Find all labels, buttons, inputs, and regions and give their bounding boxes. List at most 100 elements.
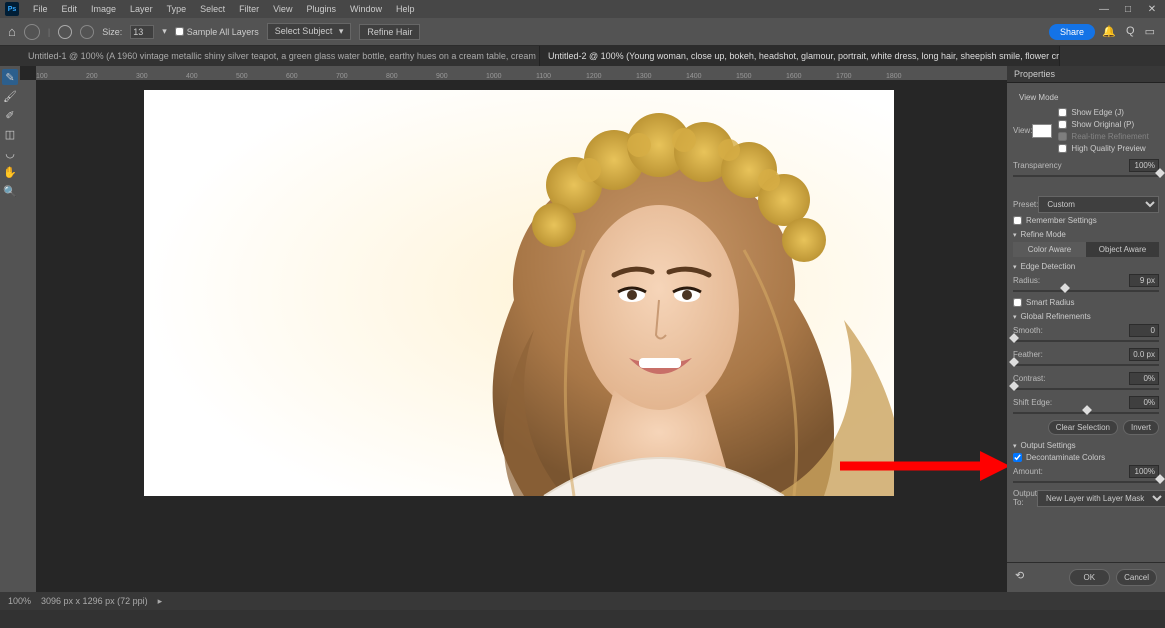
refine-edge-brush-tool[interactable]: 🖌 — [2, 88, 18, 104]
edge-detection-header[interactable]: ▾Edge Detection — [1013, 262, 1159, 271]
view-thumbnail[interactable] — [1032, 124, 1052, 138]
lasso-tool[interactable]: ◡ — [2, 145, 18, 161]
transparency-slider[interactable] — [1013, 175, 1159, 177]
feather-label: Feather: — [1013, 350, 1043, 359]
invert-button[interactable]: Invert — [1123, 420, 1159, 435]
view-mode-header: View Mode — [1019, 93, 1159, 102]
feather-slider[interactable] — [1013, 364, 1159, 366]
smooth-label: Smooth: — [1013, 326, 1043, 335]
ruler-vertical — [20, 80, 36, 592]
properties-panel: Properties View Mode View: Show Edge (J)… — [1007, 66, 1165, 592]
color-aware-button[interactable]: Color Aware — [1013, 242, 1086, 257]
document-canvas[interactable] — [144, 90, 894, 496]
refine-mode-header[interactable]: ▾Refine Mode — [1013, 230, 1159, 239]
show-edge-checkbox[interactable]: Show Edge (J) — [1058, 108, 1159, 117]
contrast-label: Contrast: — [1013, 374, 1045, 383]
refine-hair-button[interactable]: Refine Hair — [359, 24, 420, 40]
amount-label: Amount: — [1013, 467, 1043, 476]
add-brush-icon[interactable] — [58, 25, 72, 39]
menu-bar: Ps File Edit Image Layer Type Select Fil… — [0, 0, 1165, 18]
preset-select[interactable]: Custom — [1038, 196, 1159, 213]
workspace-icon[interactable]: ▭ — [1145, 25, 1155, 38]
document-tab-1[interactable]: Untitled-1 @ 100% (A 1960 vintage metall… — [20, 46, 540, 66]
amount-slider[interactable] — [1013, 481, 1159, 483]
shift-edge-label: Shift Edge: — [1013, 398, 1052, 407]
radius-slider[interactable] — [1013, 290, 1159, 292]
menu-filter[interactable]: Filter — [233, 2, 265, 16]
high-quality-preview-checkbox[interactable]: High Quality Preview — [1058, 144, 1159, 153]
amount-input[interactable] — [1129, 465, 1159, 478]
remember-settings-checkbox[interactable]: Remember Settings — [1013, 216, 1159, 225]
menu-file[interactable]: File — [27, 2, 54, 16]
maximize-icon[interactable]: □ — [1120, 4, 1136, 15]
object-aware-button[interactable]: Object Aware — [1086, 242, 1159, 257]
output-to-select[interactable]: New Layer with Layer Mask — [1037, 490, 1165, 507]
menu-select[interactable]: Select — [194, 2, 231, 16]
home-icon[interactable]: ⌂ — [8, 24, 16, 39]
canvas-area[interactable]: 1002003004005006007008009001000110012001… — [20, 66, 1007, 592]
brush-preview-icon[interactable] — [24, 24, 40, 40]
zoom-tool[interactable]: 🔍 — [2, 183, 18, 199]
status-bar: 100% 3096 px x 1296 px (72 ppi) ▸ — [0, 592, 1165, 610]
global-refinements-header[interactable]: ▾Global Refinements — [1013, 312, 1159, 321]
options-bar: ⌂ | Size: ▾ Sample All Layers Select Sub… — [0, 18, 1165, 46]
ruler-horizontal: 1002003004005006007008009001000110012001… — [36, 66, 1007, 80]
transparency-label: Transparency — [1013, 161, 1062, 170]
radius-input[interactable] — [1129, 274, 1159, 287]
app-icon: Ps — [5, 2, 19, 16]
refine-mode-toggle[interactable]: Color Aware Object Aware — [1013, 242, 1159, 257]
minimize-icon[interactable]: — — [1096, 4, 1112, 15]
menu-view[interactable]: View — [267, 2, 298, 16]
quick-select-tool[interactable]: ✎ — [2, 69, 18, 85]
radius-label: Radius: — [1013, 276, 1040, 285]
document-tabs: Untitled-1 @ 100% (A 1960 vintage metall… — [0, 46, 1165, 66]
menu-help[interactable]: Help — [390, 2, 421, 16]
sample-all-layers-checkbox[interactable]: Sample All Layers — [175, 27, 259, 37]
reset-icon[interactable]: ⟲ — [1015, 569, 1024, 586]
realtime-refinement-checkbox: Real-time Refinement — [1058, 132, 1159, 141]
size-label: Size: — [102, 27, 122, 37]
contrast-slider[interactable] — [1013, 388, 1159, 390]
view-label: View: — [1013, 126, 1032, 135]
size-dropdown-icon[interactable]: ▾ — [162, 26, 167, 37]
hand-tool[interactable]: ✋ — [2, 164, 18, 180]
menu-window[interactable]: Window — [344, 2, 388, 16]
menu-type[interactable]: Type — [161, 2, 193, 16]
document-tab-2[interactable]: Untitled-2 @ 100% (Young woman, close up… — [540, 46, 1060, 66]
select-subject-button[interactable]: Select Subject ▾ — [267, 23, 352, 40]
menu-layer[interactable]: Layer — [124, 2, 159, 16]
brush-size-input[interactable] — [130, 25, 154, 39]
shift-edge-input[interactable] — [1129, 396, 1159, 409]
cancel-button[interactable]: Cancel — [1116, 569, 1157, 586]
zoom-level[interactable]: 100% — [8, 596, 31, 606]
smooth-input[interactable] — [1129, 324, 1159, 337]
search-icon[interactable]: Q — [1126, 25, 1135, 38]
menu-image[interactable]: Image — [85, 2, 122, 16]
notification-icon[interactable]: 🔔 — [1102, 25, 1116, 38]
transparency-input[interactable] — [1129, 159, 1159, 172]
properties-tab[interactable]: Properties — [1007, 66, 1165, 83]
smooth-slider[interactable] — [1013, 340, 1159, 342]
doc-info-dropdown-icon[interactable]: ▸ — [158, 596, 163, 607]
output-to-label: Output To: — [1013, 489, 1037, 507]
shift-edge-slider[interactable] — [1013, 412, 1159, 414]
clear-selection-button[interactable]: Clear Selection — [1048, 420, 1118, 435]
preset-label: Preset: — [1013, 200, 1038, 209]
portrait-image — [144, 90, 894, 496]
object-select-tool[interactable]: ◫ — [2, 126, 18, 142]
menu-plugins[interactable]: Plugins — [300, 2, 342, 16]
subtract-brush-icon[interactable] — [80, 25, 94, 39]
decontaminate-colors-checkbox[interactable]: Decontaminate Colors — [1013, 453, 1159, 462]
smart-radius-checkbox[interactable]: Smart Radius — [1013, 298, 1159, 307]
left-toolbar: ✎ 🖌 ✐ ◫ ◡ ✋ 🔍 — [0, 66, 20, 592]
doc-info[interactable]: 3096 px x 1296 px (72 ppi) — [41, 596, 148, 606]
brush-tool[interactable]: ✐ — [2, 107, 18, 123]
share-button[interactable]: Share — [1049, 24, 1095, 40]
close-icon[interactable]: ✕ — [1144, 4, 1160, 15]
menu-edit[interactable]: Edit — [56, 2, 84, 16]
show-original-checkbox[interactable]: Show Original (P) — [1058, 120, 1159, 129]
feather-input[interactable] — [1129, 348, 1159, 361]
ok-button[interactable]: OK — [1069, 569, 1111, 586]
output-settings-header[interactable]: ▾Output Settings — [1013, 441, 1159, 450]
contrast-input[interactable] — [1129, 372, 1159, 385]
